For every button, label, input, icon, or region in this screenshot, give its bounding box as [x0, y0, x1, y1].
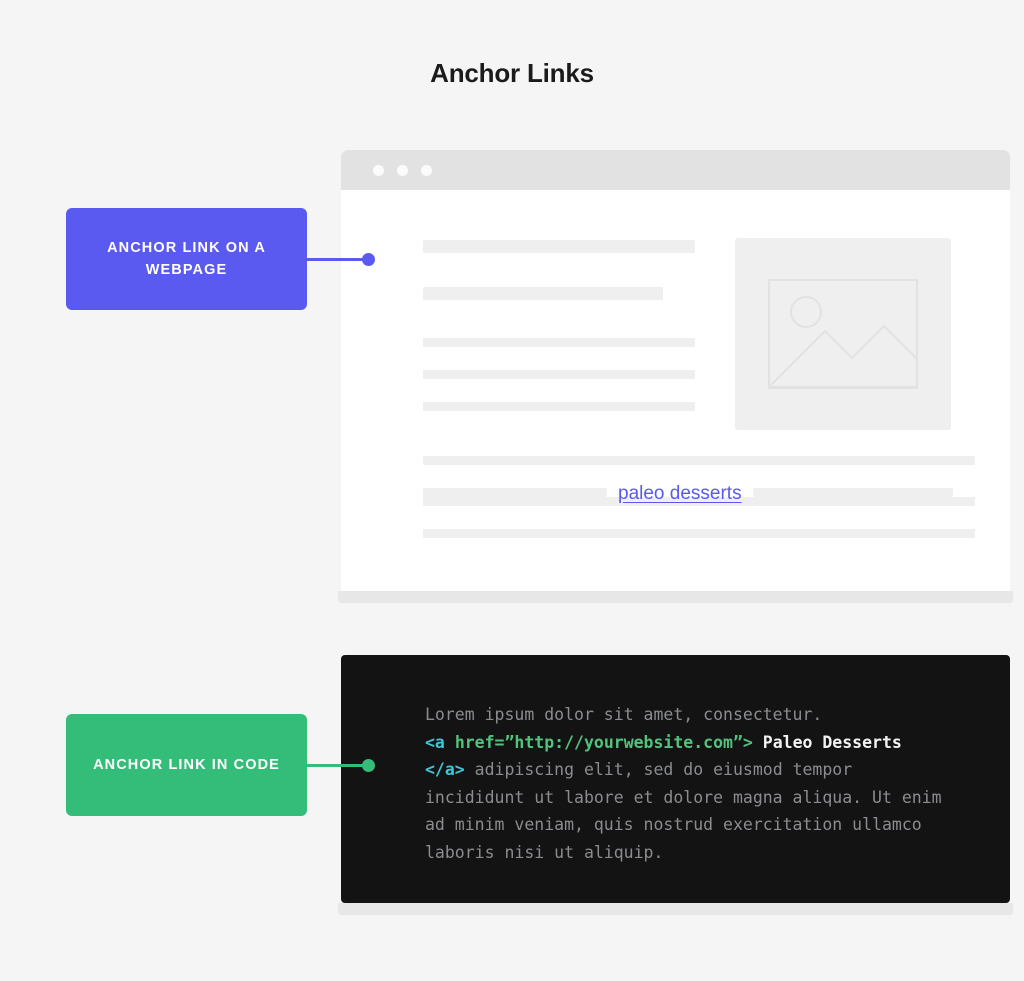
code-line-lorem: Lorem ipsum dolor sit amet, consectetur.: [425, 705, 823, 724]
anchor-link[interactable]: paleo desserts: [607, 484, 753, 503]
browser-content-area: paleo desserts: [341, 190, 1010, 591]
skeleton-bar: [423, 402, 695, 411]
image-placeholder-icon: [768, 279, 918, 389]
window-maximize-icon[interactable]: [421, 164, 432, 176]
content-top-row: [423, 238, 975, 430]
code-token-tag-close: </a>: [425, 760, 465, 779]
connector-dot-icon: [362, 759, 375, 772]
code-block-shadow-bar: [338, 903, 1013, 915]
connector-webpage: [306, 253, 375, 266]
browser-shadow-bar: [338, 591, 1013, 603]
code-token-link-text: Paleo Desserts: [752, 732, 912, 752]
browser-window-mockup: paleo desserts: [341, 150, 1010, 591]
code-token-href-attribute: href=”http://yourwebsite.com”>: [454, 732, 753, 752]
window-minimize-icon[interactable]: [397, 164, 408, 176]
content-bottom-rows: paleo desserts: [423, 456, 975, 538]
image-placeholder: [735, 238, 951, 430]
badge-anchor-link-in-code[interactable]: ANCHOR LINK IN CODE: [66, 714, 307, 816]
skeleton-text-column: [423, 238, 695, 430]
connector-code: [306, 759, 375, 772]
page-title: Anchor Links: [430, 58, 594, 88]
skeleton-bar: [423, 370, 695, 379]
code-token-trailing-text: adipiscing elit, sed do eiusmod tempor i…: [425, 760, 952, 862]
anchor-link-row: paleo desserts: [423, 484, 975, 503]
skeleton-bar: [423, 529, 975, 538]
skeleton-bar: [423, 456, 975, 465]
browser-titlebar: [341, 150, 1010, 190]
skeleton-bar: [423, 488, 607, 497]
code-block-mockup: Lorem ipsum dolor sit amet, consectetur.…: [341, 655, 1010, 903]
skeleton-bar: [423, 287, 663, 300]
code-token-tag-open: <a: [425, 732, 455, 752]
skeleton-bar: [752, 488, 953, 497]
connector-dot-icon: [362, 253, 375, 266]
window-close-icon[interactable]: [373, 164, 384, 176]
badge-anchor-link-on-webpage[interactable]: ANCHOR LINK ON A WEBPAGE: [66, 208, 307, 310]
skeleton-bar: [423, 338, 695, 347]
code-snippet: Lorem ipsum dolor sit amet, consectetur.…: [425, 701, 945, 866]
skeleton-bar: [423, 240, 695, 253]
